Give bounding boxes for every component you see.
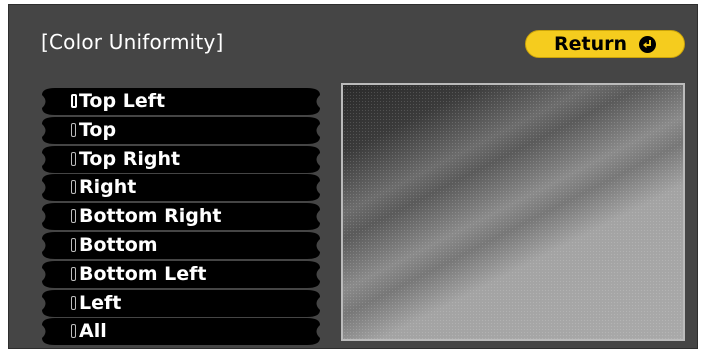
marker-icon [71,122,76,137]
uniformity-preview-image [341,83,685,341]
page-title: [Color Uniformity] [41,30,224,54]
menu-item-top-left[interactable]: Top Left [41,87,321,116]
menu-item-label: Bottom Left [79,262,207,285]
menu-item-label: Bottom [79,233,158,256]
marker-icon [71,151,76,166]
menu-item-left[interactable]: Left [41,289,321,318]
preview-dither-overlay [343,85,683,339]
menu-item-label: Top Right [79,147,181,170]
return-button-label: Return [553,33,628,55]
marker-icon [71,180,76,195]
menu-item-all[interactable]: All [41,317,321,346]
menu-item-bottom-left[interactable]: Bottom Left [41,260,321,289]
return-icon [639,35,657,53]
menu-item-top[interactable]: Top [41,116,321,145]
menu-item-label: Top Left [79,90,166,112]
color-uniformity-screen: [Color Uniformity] Return Top Left Top T… [8,4,698,349]
return-button[interactable]: Return [525,30,685,58]
marker-icon [71,266,76,281]
menu-item-bottom-right[interactable]: Bottom Right [41,202,321,231]
menu-item-label: Left [79,291,122,314]
marker-icon [71,324,76,339]
menu-item-label: Bottom Right [79,205,222,228]
menu-item-label: Top [79,118,117,141]
marker-icon [71,295,76,310]
menu-item-top-right[interactable]: Top Right [41,145,321,174]
marker-icon [71,237,76,252]
menu-item-right[interactable]: Right [41,173,321,202]
cursor-marker-icon [71,94,77,108]
position-menu: Top Left Top Top Right Right Bottom Righ… [41,87,321,346]
menu-item-label: All [79,320,107,343]
menu-item-label: Right [79,176,137,199]
menu-item-bottom[interactable]: Bottom [41,231,321,260]
marker-icon [71,209,76,224]
